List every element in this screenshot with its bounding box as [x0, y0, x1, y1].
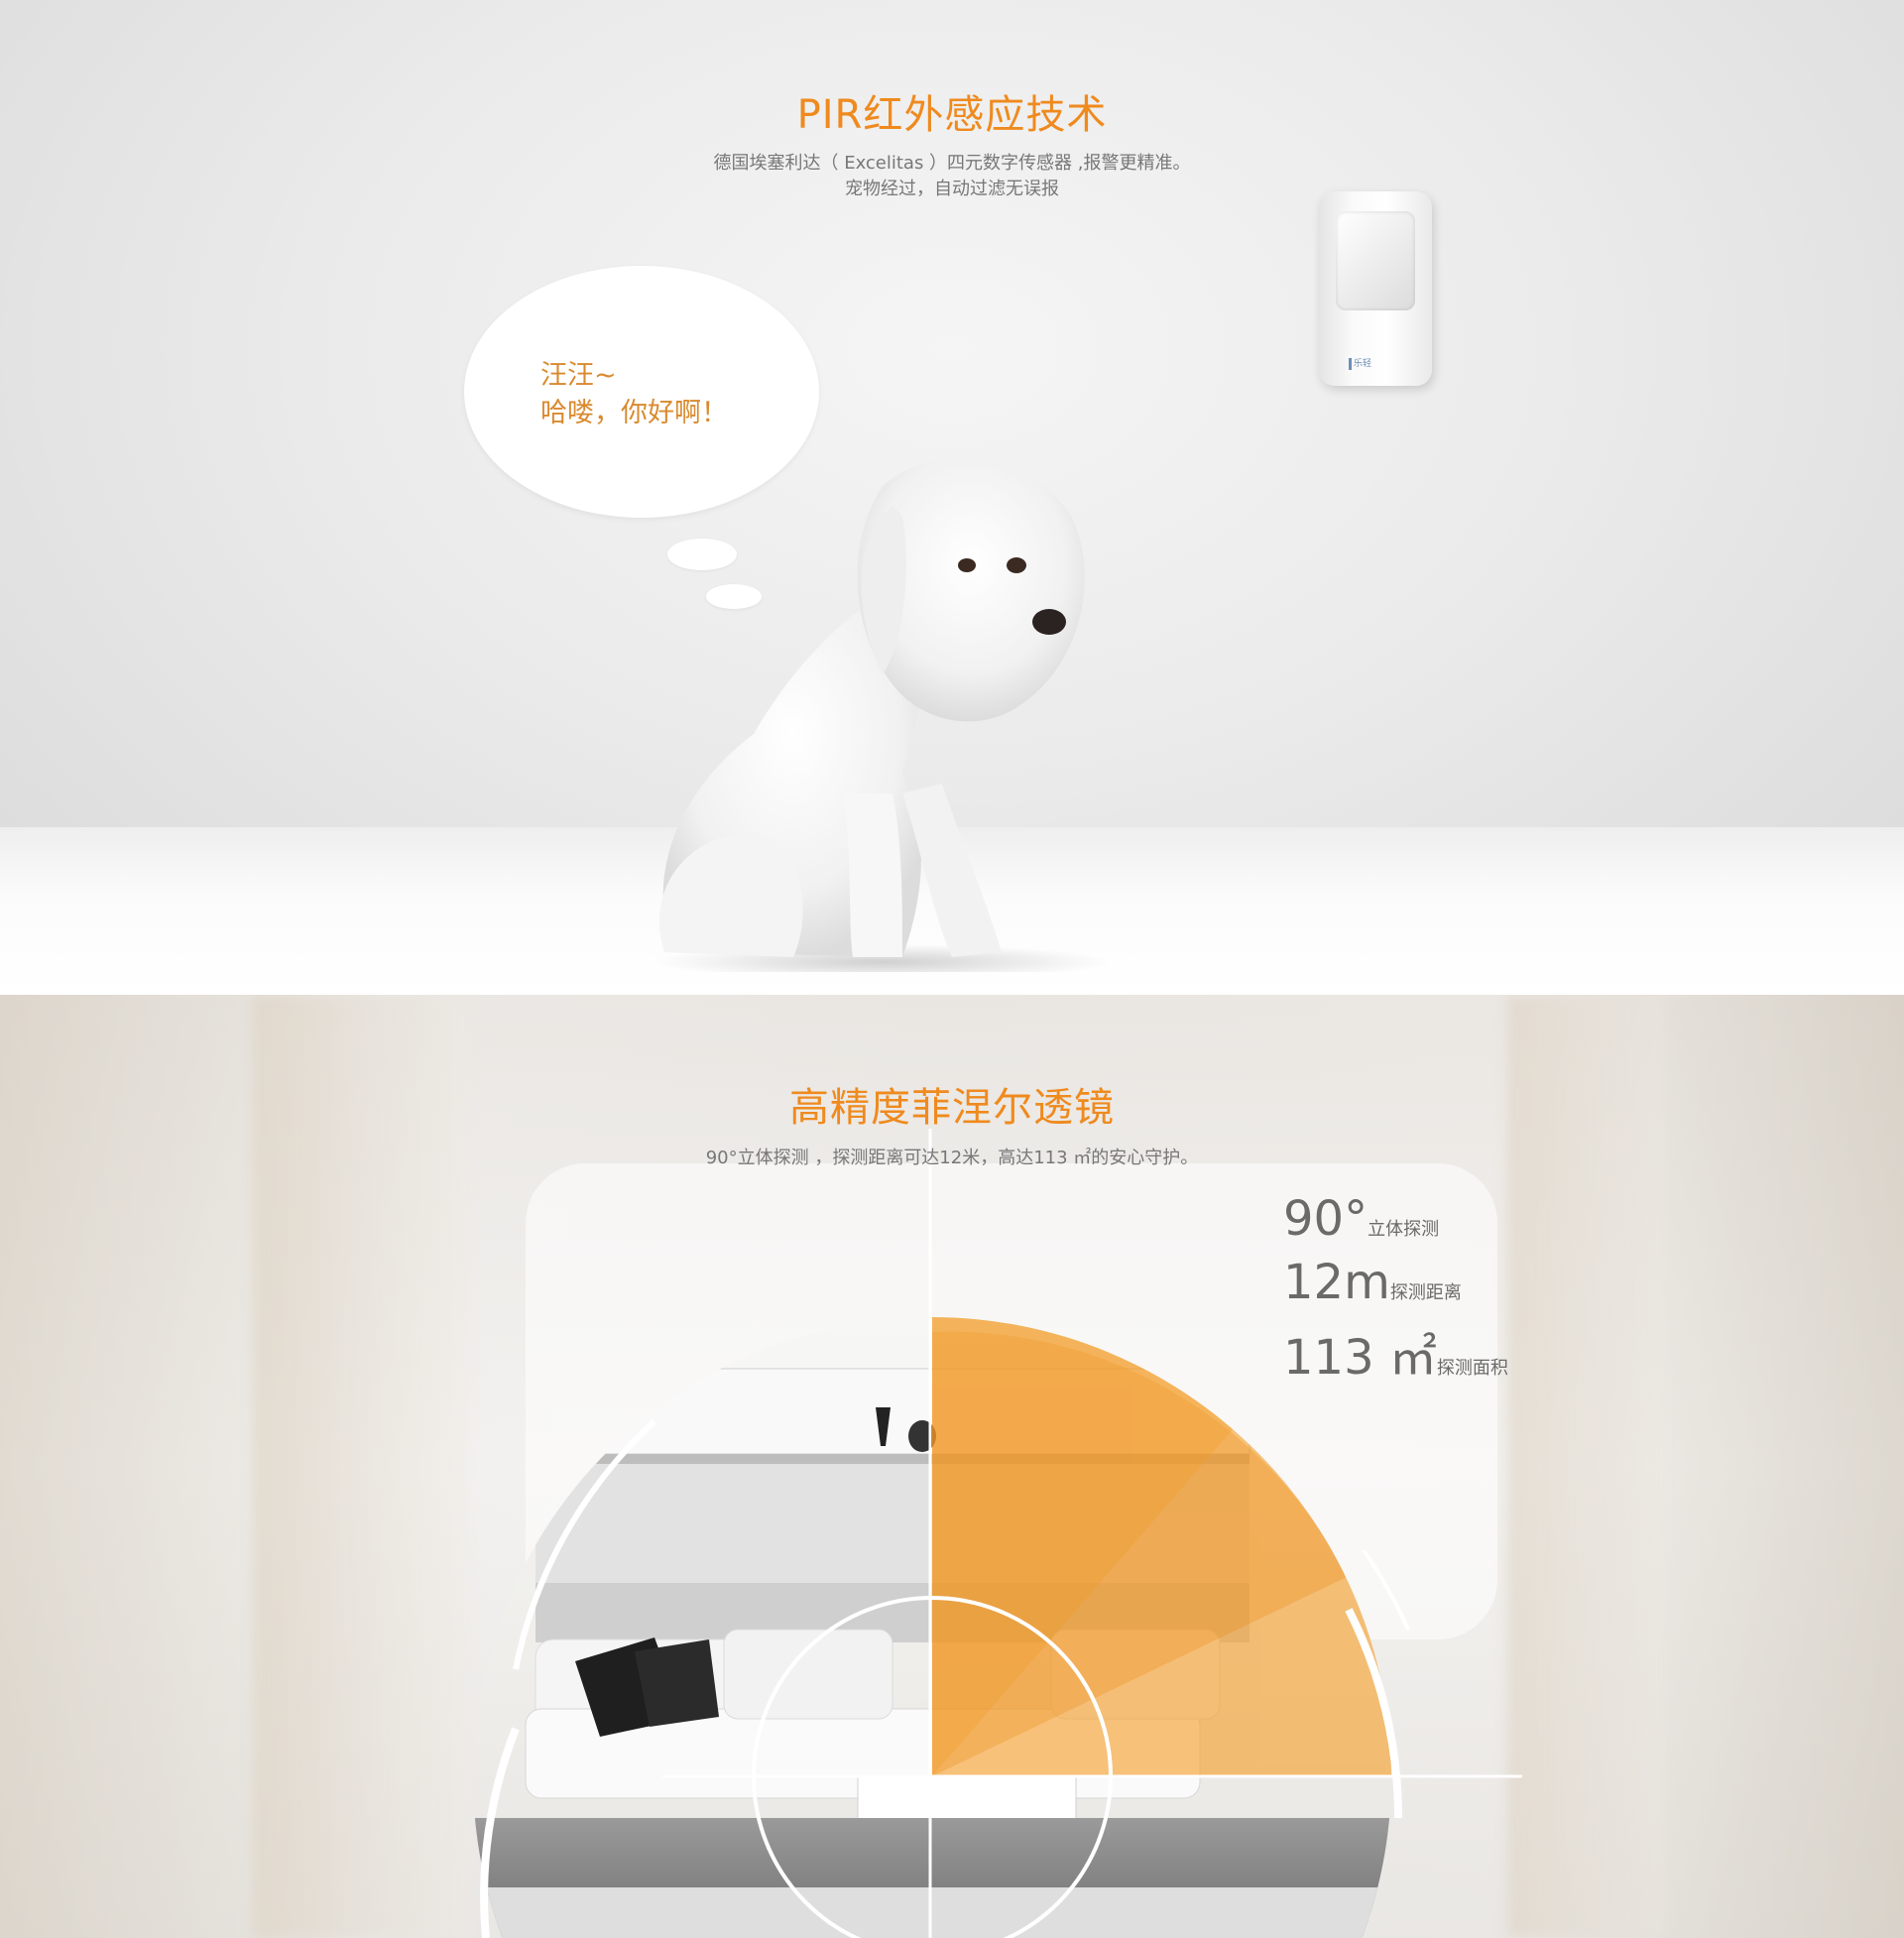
- stat-angle-label: 立体探测: [1368, 1219, 1440, 1240]
- lens-section: 高精度菲涅尔透镜 90°立体探测 ，探测距离可达12米，高达113 ㎡的安心守护…: [0, 995, 1904, 1938]
- pir-desc-line2: 宠物经过，自动过滤无误报: [845, 179, 1059, 199]
- stat-angle: 90°立体探测: [1283, 1191, 1508, 1255]
- room-scene: [473, 1129, 1522, 1938]
- pir-section: PIR红外感应技术 德国埃塞利达（ Excelitas ）四元数字传感器 ,报警…: [0, 0, 1904, 995]
- dog-image: [654, 457, 1111, 972]
- stat-area-value: 113 ㎡: [1283, 1330, 1437, 1386]
- sensor-lens: [1336, 211, 1415, 310]
- bubble-line-1: 汪汪~: [540, 360, 617, 391]
- stat-area-label: 探测面积: [1436, 1358, 1508, 1379]
- stat-angle-value: 90°: [1283, 1191, 1368, 1247]
- pir-title: PIR红外感应技术: [796, 92, 1108, 138]
- pir-sensor-device: 乐轻: [1319, 191, 1432, 386]
- stats-list: 90°立体探测 12m探测距离 113 ㎡探测面积: [1283, 1191, 1508, 1386]
- stat-area: 113 ㎡探测面积: [1283, 1318, 1508, 1386]
- lens-title: 高精度菲涅尔透镜: [789, 1085, 1115, 1131]
- device-logo: 乐轻: [1349, 358, 1387, 370]
- stat-distance-label: 探测距离: [1389, 1282, 1462, 1303]
- stat-distance-value: 12m: [1283, 1255, 1390, 1310]
- stat-distance: 12m探测距离: [1283, 1255, 1508, 1318]
- pir-desc-line1: 德国埃塞利达（ Excelitas ）四元数字传感器 ,报警更精准。: [713, 153, 1191, 174]
- lens-desc: 90°立体探测 ，探测距离可达12米，高达113 ㎡的安心守护。: [705, 1148, 1199, 1168]
